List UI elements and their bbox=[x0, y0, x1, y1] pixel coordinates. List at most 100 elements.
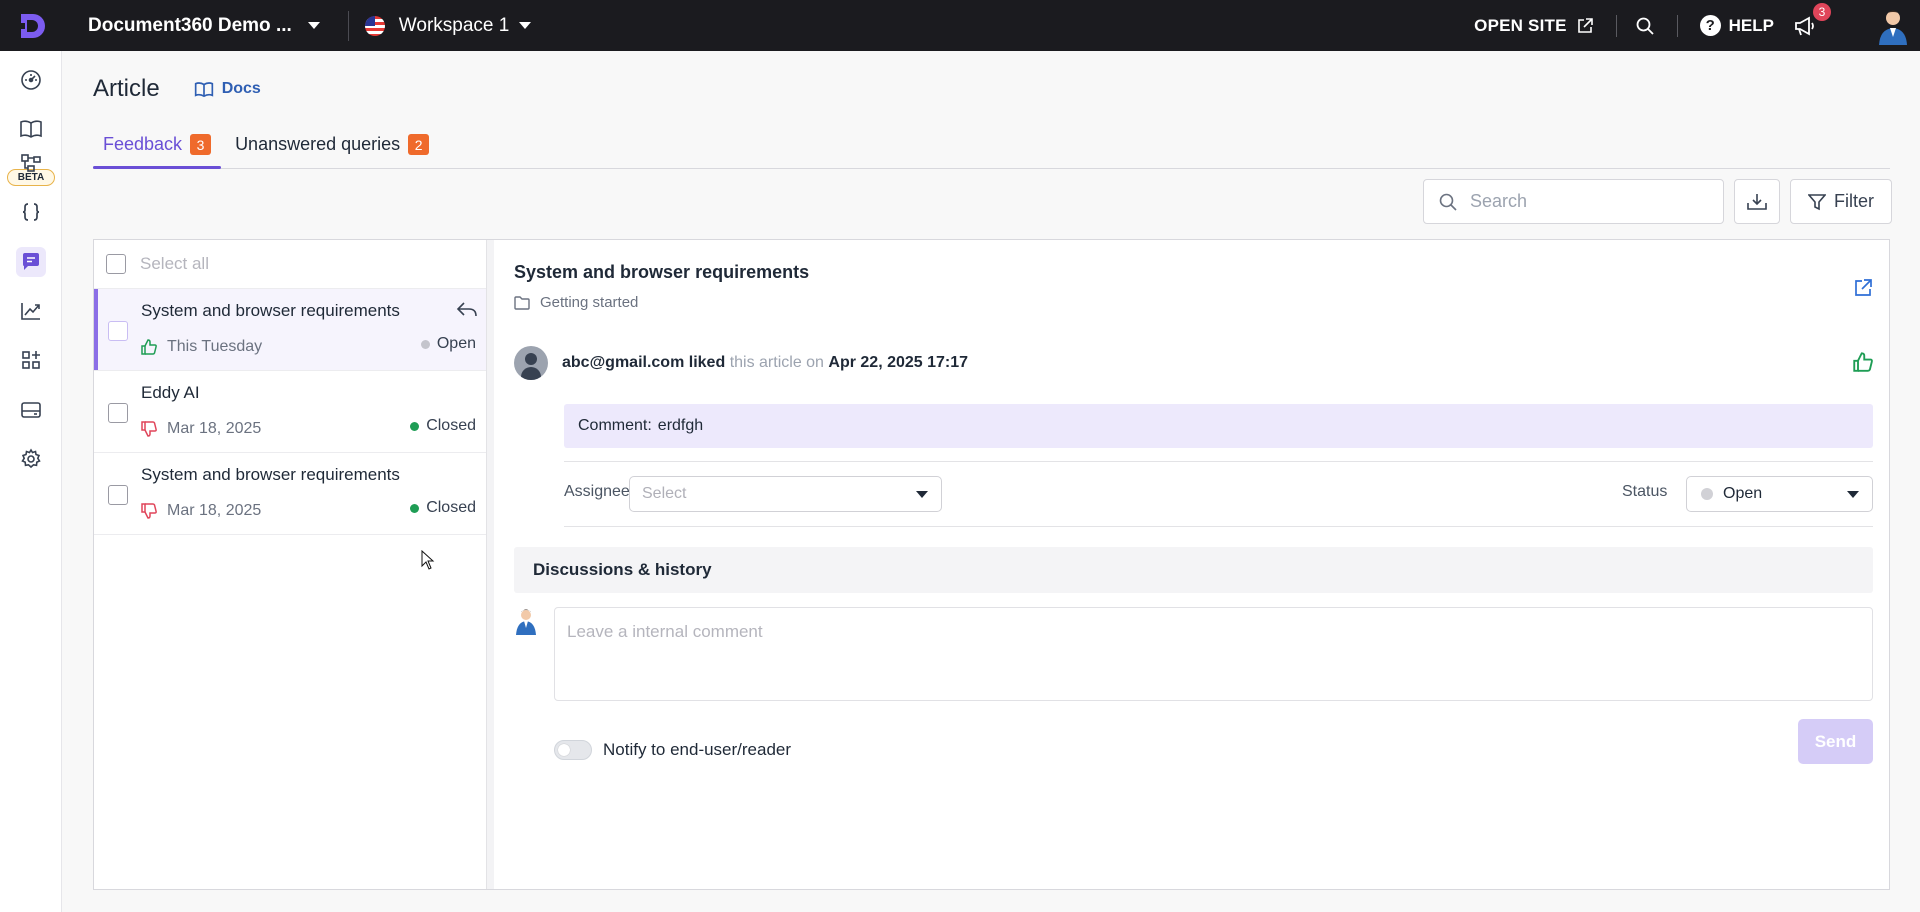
help-label: HELP bbox=[1728, 15, 1774, 35]
thumbs-down-icon bbox=[141, 503, 157, 519]
project-switcher[interactable]: Document360 Demo ... bbox=[88, 15, 320, 37]
feedback-action: liked bbox=[688, 354, 726, 371]
apps-icon bbox=[22, 351, 40, 369]
search-icon[interactable] bbox=[1635, 16, 1655, 36]
category-label: Getting started bbox=[540, 294, 639, 311]
question-icon: ? bbox=[1699, 15, 1721, 36]
filter-icon bbox=[1808, 193, 1826, 210]
thumbs-down-icon bbox=[141, 421, 157, 437]
article-title: System and browser requirements bbox=[514, 262, 810, 282]
tab-label: Unanswered queries bbox=[235, 134, 401, 154]
reply-icon[interactable] bbox=[456, 301, 478, 319]
chevron-down-icon bbox=[519, 22, 532, 29]
status-badge: Closed bbox=[410, 499, 476, 517]
current-user-avatar bbox=[516, 609, 536, 635]
send-button[interactable]: Send bbox=[1798, 719, 1873, 764]
download-icon bbox=[1747, 193, 1767, 210]
api-nav[interactable] bbox=[16, 197, 46, 227]
filter-button[interactable]: Filter bbox=[1790, 179, 1892, 224]
list-item[interactable]: System and browser requirements This Tue… bbox=[94, 289, 490, 371]
list-item[interactable]: Eddy AI Mar 18, 2025 Closed bbox=[94, 371, 490, 453]
analytics-icon bbox=[21, 303, 40, 320]
workflow-nav[interactable] bbox=[16, 148, 46, 178]
status-badge: Open bbox=[420, 335, 476, 353]
tab-bar: Feedback 3 Unanswered queries 2 bbox=[93, 84, 1890, 169]
status-dot bbox=[410, 421, 420, 431]
document360-logo-icon[interactable] bbox=[0, 0, 62, 51]
search-input[interactable] bbox=[1470, 191, 1710, 212]
divider bbox=[564, 526, 1873, 527]
item-title: Eddy AI bbox=[141, 383, 200, 402]
open-site-label: OPEN SITE bbox=[1474, 15, 1567, 35]
search-icon bbox=[1439, 193, 1457, 211]
open-site-link[interactable]: OPEN SITE bbox=[1474, 16, 1594, 36]
select-all-checkbox[interactable] bbox=[106, 254, 126, 274]
item-checkbox[interactable] bbox=[108, 485, 128, 505]
assignee-label: Assignee bbox=[564, 483, 630, 500]
item-date: Mar 18, 2025 bbox=[167, 420, 262, 437]
dashboard-icon bbox=[21, 70, 41, 90]
folder-icon bbox=[514, 295, 530, 310]
item-meta: Mar 18, 2025 bbox=[141, 420, 261, 438]
open-article-external-icon[interactable] bbox=[1853, 278, 1873, 298]
item-checkbox[interactable] bbox=[108, 321, 128, 341]
left-nav-rail: BETA bbox=[0, 51, 62, 912]
status-value: Open bbox=[1723, 485, 1763, 502]
list-item[interactable]: System and browser requirements Mar 18, … bbox=[94, 453, 490, 535]
tab-unanswered-queries[interactable]: Unanswered queries 2 bbox=[225, 84, 439, 168]
divider bbox=[347, 10, 349, 41]
item-checkbox[interactable] bbox=[108, 403, 128, 423]
list-scrollbar[interactable] bbox=[486, 240, 494, 889]
notification-count-badge: 3 bbox=[1813, 2, 1831, 21]
chevron-down-icon bbox=[307, 22, 320, 29]
divider bbox=[564, 461, 1873, 462]
dashboard-nav[interactable] bbox=[16, 65, 46, 95]
chevron-down-icon bbox=[1847, 491, 1859, 498]
feedback-detail: System and browser requirements Getting … bbox=[494, 240, 1889, 889]
discussions-header: Discussions & history bbox=[514, 547, 1873, 593]
item-date: Mar 18, 2025 bbox=[167, 502, 262, 519]
book-icon bbox=[20, 120, 42, 138]
internal-comment-input[interactable] bbox=[554, 607, 1873, 701]
tab-label: Feedback bbox=[103, 134, 183, 154]
user-avatar[interactable] bbox=[1876, 7, 1910, 45]
help-button[interactable]: ? HELP bbox=[1699, 15, 1774, 36]
settings-nav[interactable] bbox=[16, 444, 46, 474]
thumbs-up-icon bbox=[1853, 352, 1873, 372]
assignee-placeholder: Select bbox=[642, 485, 687, 502]
select-all-label: Select all bbox=[140, 254, 209, 273]
drive-nav[interactable] bbox=[16, 395, 46, 425]
status-dot bbox=[410, 503, 420, 513]
item-meta: This Tuesday bbox=[141, 338, 262, 356]
search-box bbox=[1423, 179, 1724, 224]
main-content: Article Docs Feedback 3 Unanswered queri… bbox=[62, 51, 1920, 912]
status-label: Status bbox=[1622, 483, 1668, 500]
chevron-down-icon bbox=[916, 491, 928, 498]
download-button[interactable] bbox=[1734, 179, 1780, 224]
workflow-icon bbox=[21, 154, 41, 172]
user-email: abc@gmail.com bbox=[562, 354, 685, 371]
notify-label: Notify to end-user/reader bbox=[603, 740, 792, 759]
status-label: Closed bbox=[426, 417, 476, 434]
api-icon bbox=[22, 203, 40, 221]
feedback-nav[interactable] bbox=[16, 247, 46, 277]
announcements-button[interactable]: 3 bbox=[1792, 2, 1831, 39]
item-meta: Mar 18, 2025 bbox=[141, 502, 261, 520]
workspace-switcher[interactable]: Workspace 1 bbox=[364, 15, 532, 37]
count-badge: 3 bbox=[190, 134, 212, 155]
select-all-row: Select all bbox=[94, 240, 490, 289]
divider bbox=[1676, 14, 1678, 37]
us-flag-icon bbox=[364, 15, 385, 36]
notify-toggle[interactable] bbox=[554, 740, 592, 760]
external-link-icon bbox=[1577, 17, 1593, 33]
feedback-mid-text: this article on bbox=[729, 354, 824, 371]
status-dropdown[interactable]: Open bbox=[1686, 476, 1873, 512]
assignee-dropdown[interactable]: Select bbox=[629, 476, 942, 512]
apps-nav[interactable] bbox=[16, 345, 46, 375]
analytics-nav[interactable] bbox=[16, 296, 46, 326]
documentation-nav[interactable] bbox=[16, 114, 46, 144]
filter-label: Filter bbox=[1834, 191, 1874, 211]
feedback-comment: Comment: erdfgh bbox=[564, 404, 1873, 448]
tab-feedback[interactable]: Feedback 3 bbox=[93, 84, 222, 169]
megaphone-icon bbox=[1795, 15, 1814, 36]
